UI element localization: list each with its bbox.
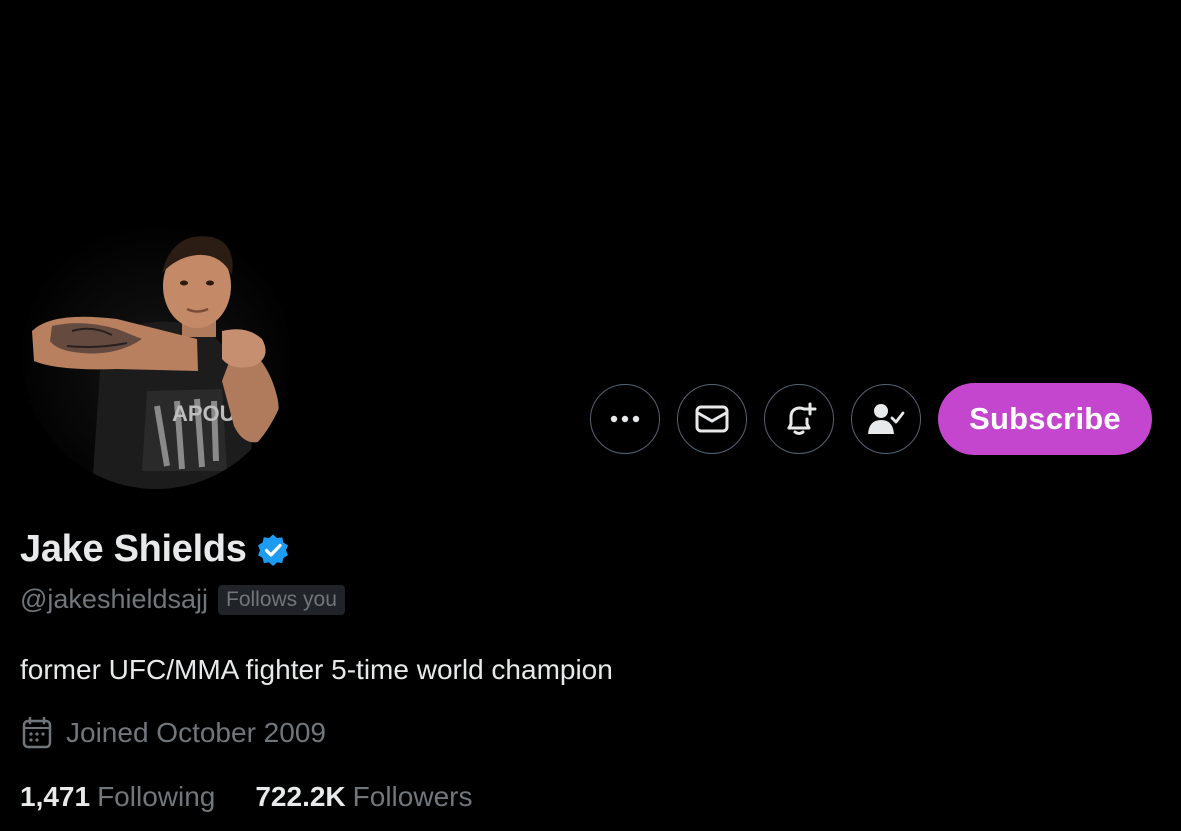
joined-date: Joined October 2009 <box>66 717 326 748</box>
calendar-icon <box>22 717 52 749</box>
svg-text:APOU: APOU <box>172 401 236 426</box>
more-button[interactable] <box>590 384 660 454</box>
user-handle: @jakeshieldsajj <box>20 584 208 614</box>
following-stat-link[interactable]: 1,471 Following <box>20 781 215 813</box>
notify-button[interactable] <box>764 384 834 454</box>
followers-count: 722.2K <box>255 781 346 812</box>
person-check-icon <box>868 404 905 434</box>
follows-you-badge: Follows you <box>218 584 345 615</box>
profile-page: APOU Subscribe Jake Shields @jakeshields… <box>0 0 1181 831</box>
more-horizontal-icon <box>610 415 640 423</box>
followers-stat-link[interactable]: 722.2K Followers <box>255 781 472 813</box>
profile-avatar[interactable]: APOU <box>22 221 290 489</box>
following-label: Following <box>97 781 216 812</box>
followers-label: Followers <box>352 781 473 812</box>
profile-bio: former UFC/MMA fighter 5-time world cham… <box>20 654 613 685</box>
following-button[interactable] <box>851 384 921 454</box>
handle-row: @jakeshieldsajj Follows you <box>20 584 345 615</box>
verified-badge-icon[interactable] <box>255 533 291 569</box>
envelope-icon <box>695 405 729 433</box>
message-button[interactable] <box>677 384 747 454</box>
profile-actions: Subscribe <box>590 383 1152 455</box>
subscribe-button[interactable]: Subscribe <box>938 383 1152 455</box>
avatar-photo: APOU <box>22 221 290 489</box>
display-name: Jake Shields <box>20 528 247 570</box>
follow-stats: 1,471 Following 722.2K Followers <box>20 781 472 813</box>
bell-plus-icon <box>787 402 817 435</box>
following-count: 1,471 <box>20 781 91 812</box>
joined-row: Joined October 2009 <box>22 717 326 749</box>
name-row: Jake Shields <box>20 528 291 571</box>
